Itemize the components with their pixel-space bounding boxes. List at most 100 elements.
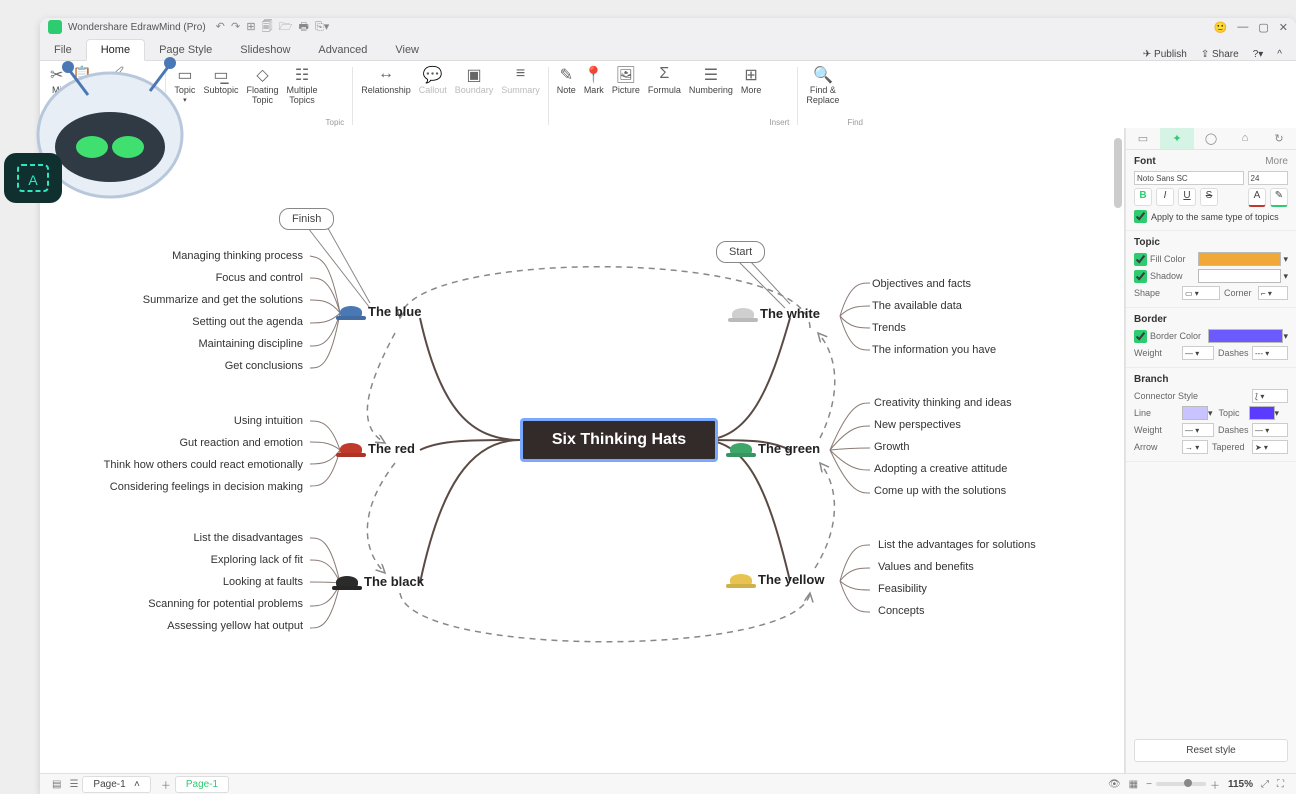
ribbon-relationship[interactable]: ↔Relationship xyxy=(357,65,415,127)
ribbon-picture[interactable]: 🖼Picture xyxy=(608,65,644,127)
leaf-green[interactable]: Growth xyxy=(874,441,909,453)
outline-icon[interactable]: ▤ xyxy=(52,779,61,790)
leaf-red[interactable]: Considering feelings in decision making xyxy=(110,481,303,493)
leaf-white[interactable]: Trends xyxy=(872,322,906,334)
zoom-in-icon[interactable]: ＋ xyxy=(1210,777,1220,792)
border-color-swatch[interactable] xyxy=(1208,329,1283,343)
ribbon-subtopic[interactable]: ▭̲Subtopic xyxy=(199,65,242,127)
italic-button[interactable]: I xyxy=(1156,188,1174,206)
leaf-blue[interactable]: Managing thinking process xyxy=(172,250,303,262)
ribbon-multi[interactable]: ☷Multiple Topics xyxy=(283,65,322,127)
line-color[interactable] xyxy=(1182,406,1208,420)
callout-finish[interactable]: Finish xyxy=(279,208,334,230)
ribbon-note[interactable]: ✎Note xyxy=(553,65,580,127)
ribbon-find[interactable]: 🔍Find & Replace xyxy=(802,65,843,127)
node-black[interactable]: The black xyxy=(336,574,424,589)
leaf-black[interactable]: Assessing yellow hat output xyxy=(167,620,303,632)
leaf-black[interactable]: Scanning for potential problems xyxy=(148,598,303,610)
node-green[interactable]: The green xyxy=(730,441,820,456)
strike-button[interactable]: S xyxy=(1200,188,1218,206)
leaf-yellow[interactable]: List the advantages for solutions xyxy=(878,539,1036,551)
reset-style-button[interactable]: Reset style xyxy=(1134,739,1288,762)
fill-checkbox[interactable] xyxy=(1134,253,1147,266)
ribbon-boundary[interactable]: ▣Boundary xyxy=(451,65,498,127)
panel-tab-3[interactable]: ◯ xyxy=(1194,128,1228,149)
leaf-blue[interactable]: Focus and control xyxy=(216,272,303,284)
leaf-green[interactable]: New perspectives xyxy=(874,419,961,431)
tab-view[interactable]: View xyxy=(381,40,433,60)
bold-button[interactable]: B xyxy=(1134,188,1152,206)
leaf-green[interactable]: Come up with the solutions xyxy=(874,485,1006,497)
callout-start[interactable]: Start xyxy=(716,241,765,263)
avatar-icon[interactable]: 🙂 xyxy=(1214,21,1228,34)
ribbon-mark[interactable]: 📍Mark xyxy=(580,65,608,127)
panel-tab-style[interactable]: ✦ xyxy=(1160,128,1194,149)
leaf-black[interactable]: Exploring lack of fit xyxy=(211,554,303,566)
leaf-yellow[interactable]: Values and benefits xyxy=(878,561,974,573)
branch-topic-color[interactable] xyxy=(1249,406,1275,420)
ribbon-callout[interactable]: 💬Callout xyxy=(415,65,451,127)
node-blue[interactable]: The blue xyxy=(340,304,421,319)
shadow-swatch[interactable] xyxy=(1198,269,1281,283)
ribbon-formula[interactable]: ΣFormula xyxy=(644,65,685,127)
leaf-white[interactable]: Objectives and facts xyxy=(872,278,971,290)
panel-tab-4[interactable]: ⌂ xyxy=(1228,128,1262,149)
ribbon-floating[interactable]: ◇Floating Topic xyxy=(242,65,282,127)
tab-advanced[interactable]: Advanced xyxy=(304,40,381,60)
node-white[interactable]: The white xyxy=(732,306,820,321)
leaf-green[interactable]: Creativity thinking and ideas xyxy=(874,397,1012,409)
page-tab-active[interactable]: Page-1 xyxy=(175,776,229,793)
branch-weight[interactable]: — ▾ xyxy=(1182,423,1214,437)
connector-style[interactable]: ⟅ ▾ xyxy=(1252,389,1288,403)
leaf-red[interactable]: Using intuition xyxy=(234,415,303,427)
canvas-scrollbar[interactable] xyxy=(1114,138,1122,764)
highlight-button[interactable]: ✎ xyxy=(1270,188,1288,207)
leaf-blue[interactable]: Maintaining discipline xyxy=(198,338,303,350)
page-tab-dropdown[interactable]: Page-1 ˄ xyxy=(82,776,150,793)
panel-tab-5[interactable]: ↻ xyxy=(1262,128,1296,149)
node-yellow[interactable]: The yellow xyxy=(730,572,824,587)
canvas[interactable]: Finish Start Six Thinking Hats The blue … xyxy=(40,128,1125,774)
shape-select[interactable]: ▭ ▾ xyxy=(1182,286,1220,300)
shadow-checkbox[interactable] xyxy=(1134,270,1147,283)
fit-icon[interactable]: ⤢ xyxy=(1261,779,1269,790)
leaf-red[interactable]: Gut reaction and emotion xyxy=(179,437,303,449)
leaf-blue[interactable]: Summarize and get the solutions xyxy=(143,294,303,306)
panel-tabs[interactable]: ▭ ✦ ◯ ⌂ ↻ xyxy=(1126,128,1296,150)
zoom-out-icon[interactable]: − xyxy=(1146,779,1152,790)
zoom-slider[interactable] xyxy=(1156,782,1206,786)
add-page-icon[interactable]: ＋ xyxy=(161,777,171,792)
border-dashes[interactable]: --- ▾ xyxy=(1252,346,1288,360)
ribbon-more[interactable]: ⊞More xyxy=(737,65,766,127)
eye-icon[interactable]: 👁 xyxy=(1108,779,1121,790)
close-icon[interactable]: ✕ xyxy=(1279,21,1288,34)
leaf-green[interactable]: Adopting a creative attitude xyxy=(874,463,1007,475)
leaf-yellow[interactable]: Feasibility xyxy=(878,583,927,595)
node-red[interactable]: The red xyxy=(340,441,415,456)
branch-dashes[interactable]: — ▾ xyxy=(1252,423,1288,437)
border-checkbox[interactable] xyxy=(1134,330,1147,343)
minimize-icon[interactable]: — xyxy=(1237,21,1248,33)
leaf-yellow[interactable]: Concepts xyxy=(878,605,924,617)
border-weight[interactable]: — ▾ xyxy=(1182,346,1214,360)
leaf-white[interactable]: The information you have xyxy=(872,344,996,356)
corner-select[interactable]: ⌐ ▾ xyxy=(1258,286,1288,300)
leaf-white[interactable]: The available data xyxy=(872,300,962,312)
outline2-icon[interactable]: ☰ xyxy=(69,779,78,790)
underline-button[interactable]: U xyxy=(1178,188,1196,206)
leaf-black[interactable]: Looking at faults xyxy=(223,576,303,588)
apply-same-type-checkbox[interactable] xyxy=(1134,210,1147,223)
leaf-blue[interactable]: Setting out the agenda xyxy=(192,316,303,328)
leaf-red[interactable]: Think how others could react emotionally xyxy=(104,459,303,471)
tab-slideshow[interactable]: Slideshow xyxy=(226,40,304,60)
collapse-ribbon-icon[interactable]: ^ xyxy=(1277,49,1282,60)
branch-arrow[interactable]: → ▾ xyxy=(1182,440,1208,454)
leaf-blue[interactable]: Get conclusions xyxy=(225,360,303,372)
panel-tab-1[interactable]: ▭ xyxy=(1126,128,1160,149)
help-button[interactable]: ?▾ xyxy=(1253,49,1264,60)
quick-access-icons[interactable]: ↶ ↷ ⊞ 🗐 🗁 🖶 ⎘▾ xyxy=(216,18,330,37)
font-family-select[interactable]: Noto Sans SC xyxy=(1134,171,1244,185)
maximize-icon[interactable]: ▢ xyxy=(1258,21,1268,34)
share-button[interactable]: ⇪ Share xyxy=(1201,49,1239,60)
publish-button[interactable]: ✈ Publish xyxy=(1143,49,1187,60)
